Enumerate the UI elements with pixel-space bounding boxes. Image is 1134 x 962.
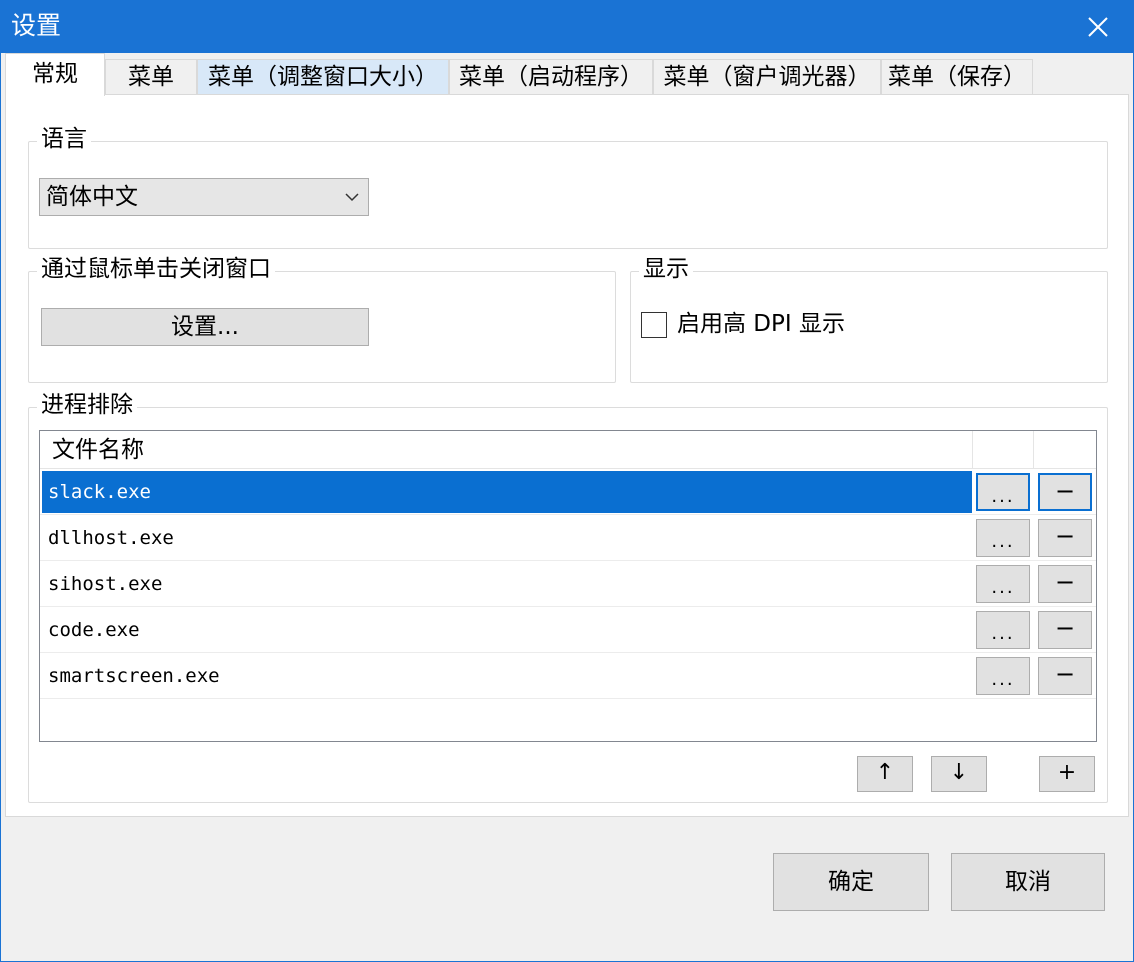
move-down-button[interactable]: ↓: [931, 756, 987, 792]
table-row[interactable]: sihost.exe ... −: [40, 561, 1096, 607]
browse-button[interactable]: ...: [976, 473, 1030, 511]
high-dpi-checkbox[interactable]: [641, 312, 667, 338]
remove-button[interactable]: −: [1038, 565, 1092, 603]
tab-menu[interactable]: 菜单: [105, 59, 197, 95]
browse-button[interactable]: ...: [976, 657, 1030, 695]
ok-button[interactable]: 确定: [773, 853, 929, 911]
close-by-click-group-title: 通过鼠标单击关闭窗口: [37, 254, 275, 284]
close-settings-button[interactable]: 设置...: [41, 308, 369, 346]
move-up-button[interactable]: ↑: [857, 756, 913, 792]
tab-menu-resize[interactable]: 菜单（调整窗口大小）: [197, 59, 449, 95]
tab-general[interactable]: 常规: [5, 53, 105, 96]
close-button[interactable]: [1063, 1, 1133, 53]
language-group-title: 语言: [37, 124, 91, 154]
tab-strip: 常规 菜单 菜单（调整窗口大小） 菜单（启动程序） 菜单（窗户调光器） 菜单（保…: [1, 53, 1133, 96]
window-title: 设置: [11, 11, 62, 40]
browse-button[interactable]: ...: [976, 519, 1030, 557]
language-select-value: 简体中文: [46, 184, 138, 210]
process-list[interactable]: 文件名称 slack.exe ... − dllhost.exe ... − s…: [39, 430, 1097, 742]
table-row[interactable]: code.exe ... −: [40, 607, 1096, 653]
chevron-down-icon: [345, 193, 359, 202]
remove-button[interactable]: −: [1038, 657, 1092, 695]
remove-button[interactable]: −: [1038, 473, 1092, 511]
column-divider: [1033, 431, 1034, 469]
language-select[interactable]: 简体中文: [39, 178, 369, 216]
table-row[interactable]: dllhost.exe ... −: [40, 515, 1096, 561]
table-row[interactable]: slack.exe ... −: [40, 469, 1096, 515]
general-page: 语言 简体中文 通过鼠标单击关闭窗口 设置... 显示 启用高 DPI 显示 进…: [5, 94, 1129, 817]
row-filename: smartscreen.exe: [48, 665, 220, 687]
high-dpi-label: 启用高 DPI 显示: [677, 311, 845, 337]
cancel-button[interactable]: 取消: [951, 853, 1105, 911]
list-header: 文件名称: [40, 431, 1096, 469]
row-filename: sihost.exe: [48, 573, 163, 595]
display-group-title: 显示: [639, 254, 693, 284]
remove-button[interactable]: −: [1038, 611, 1092, 649]
column-divider: [972, 431, 973, 469]
process-exclusion-group: 进程排除 文件名称 slack.exe ... − dllhost.exe ..…: [28, 390, 1108, 803]
close-icon: [1088, 17, 1108, 37]
title-bar[interactable]: 设置: [1, 1, 1133, 53]
row-filename: code.exe: [48, 619, 140, 641]
tab-menu-save[interactable]: 菜单（保存）: [881, 59, 1033, 95]
tab-menu-launch[interactable]: 菜单（启动程序）: [449, 59, 653, 95]
close-by-click-group: 通过鼠标单击关闭窗口 设置...: [28, 254, 616, 383]
row-filename: dllhost.exe: [48, 527, 174, 549]
remove-button[interactable]: −: [1038, 519, 1092, 557]
settings-window: 设置 常规 菜单 菜单（调整窗口大小） 菜单（启动程序） 菜单（窗户调光器） 菜…: [0, 0, 1134, 962]
row-filename: slack.exe: [42, 471, 972, 513]
process-exclusion-group-title: 进程排除: [37, 390, 137, 420]
table-row[interactable]: smartscreen.exe ... −: [40, 653, 1096, 699]
add-button[interactable]: +: [1039, 756, 1095, 792]
display-group: 显示 启用高 DPI 显示: [630, 254, 1108, 383]
tab-menu-dimmer[interactable]: 菜单（窗户调光器）: [653, 59, 881, 95]
language-group: 语言 简体中文: [28, 124, 1108, 249]
browse-button[interactable]: ...: [976, 611, 1030, 649]
column-header-filename: 文件名称: [52, 437, 144, 463]
browse-button[interactable]: ...: [976, 565, 1030, 603]
